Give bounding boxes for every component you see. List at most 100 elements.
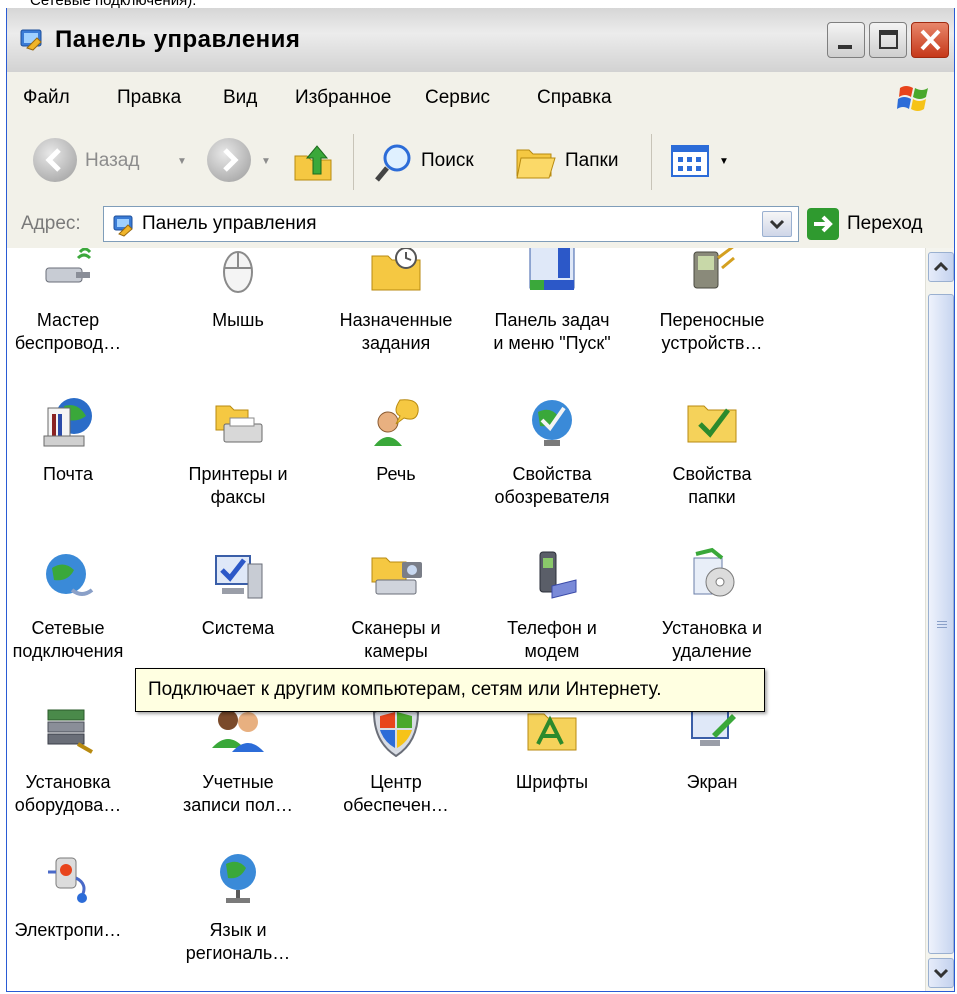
menu-edit[interactable]: Правка xyxy=(117,87,181,109)
back-label[interactable]: Назад xyxy=(85,150,139,172)
item-regional-options[interactable]: Язык и региональ… xyxy=(163,848,313,965)
item-label: записи пол… xyxy=(183,795,293,815)
go-label[interactable]: Переход xyxy=(847,213,922,235)
item-add-remove[interactable]: Установка и удаление xyxy=(637,546,787,663)
views-icon[interactable] xyxy=(671,144,711,180)
tooltip: Подключает к другим компьютерам, сетям и… xyxy=(135,668,765,712)
toolbar-separator xyxy=(353,134,354,190)
portable-devices-icon xyxy=(693,248,735,289)
printer-icon xyxy=(215,405,263,443)
item-label: Мышь xyxy=(212,310,264,330)
address-label: Адрес: xyxy=(21,213,81,234)
scheduled-tasks-icon xyxy=(371,248,421,291)
close-button[interactable] xyxy=(911,22,949,58)
item-user-accounts[interactable]: Учетные записи пол… xyxy=(163,700,313,817)
scroll-down-button[interactable] xyxy=(928,958,954,988)
language-icon xyxy=(220,854,256,903)
address-value: Панель управления xyxy=(142,213,317,234)
item-speech[interactable]: Речь xyxy=(321,392,471,486)
item-add-hardware[interactable]: Установка оборудова… xyxy=(7,700,143,817)
scroll-thumb[interactable] xyxy=(928,294,954,954)
item-internet-options[interactable]: Свойства обозревателя xyxy=(477,392,627,509)
item-label: Центр xyxy=(370,772,422,792)
item-label: Назначенные xyxy=(339,310,453,330)
item-label: камеры xyxy=(364,641,428,661)
item-power-options[interactable]: Электропи… xyxy=(7,848,143,942)
item-label-selected: подключения xyxy=(12,641,124,661)
menu-tools[interactable]: Сервис xyxy=(425,87,490,109)
item-label: Свойства xyxy=(512,464,592,484)
folders-icon[interactable] xyxy=(513,140,557,184)
folder-up-icon[interactable] xyxy=(291,140,335,184)
item-label: задания xyxy=(361,333,431,353)
item-label: Учетные xyxy=(202,772,274,792)
scroll-grip xyxy=(937,621,947,622)
item-label: Принтеры и xyxy=(188,464,288,484)
item-scheduled-tasks[interactable]: Назначенные задания xyxy=(321,248,471,355)
item-label: Система xyxy=(201,618,275,638)
forward-dropdown-icon[interactable]: ▼ xyxy=(261,156,271,167)
forward-button[interactable] xyxy=(207,138,251,182)
menu-file[interactable]: Файл xyxy=(23,87,70,109)
network-icon xyxy=(46,554,94,596)
item-label: беспровод… xyxy=(14,333,122,353)
vertical-scrollbar[interactable] xyxy=(925,248,954,991)
minimize-button[interactable] xyxy=(827,22,865,58)
item-wireless-wizard[interactable]: Мастер беспровод… xyxy=(7,248,143,355)
menu-favorites[interactable]: Избранное xyxy=(295,87,391,109)
scroll-grip xyxy=(937,627,947,628)
system-icon xyxy=(215,555,263,599)
item-display[interactable]: Экран xyxy=(637,700,787,794)
scroll-up-button[interactable] xyxy=(928,252,954,282)
window-title: Панель управления xyxy=(55,26,301,53)
go-button[interactable] xyxy=(807,208,839,240)
item-label: Речь xyxy=(376,464,416,484)
mouse-icon xyxy=(223,251,253,293)
item-network-connections[interactable]: Сетевые подключения xyxy=(7,546,143,663)
item-label: Переносные xyxy=(659,310,765,330)
forward-arrow-icon xyxy=(223,148,239,172)
control-panel-window: Панель управления Файл Правка Вид Избран… xyxy=(6,8,955,992)
item-label: удаление xyxy=(672,641,752,661)
item-portable-devices[interactable]: Переносные устройств… xyxy=(637,248,787,355)
control-panel-icon xyxy=(113,215,133,237)
item-scanners-cameras[interactable]: Сканеры и камеры xyxy=(321,546,471,663)
item-label: Установка и xyxy=(661,618,763,638)
item-security-center[interactable]: Центр обеспечен… xyxy=(321,700,471,817)
item-printers[interactable]: Принтеры и факсы xyxy=(163,392,313,509)
menu-help[interactable]: Справка xyxy=(537,87,612,109)
views-dropdown-icon[interactable]: ▼ xyxy=(719,156,729,167)
close-icon xyxy=(920,29,941,51)
title-bar[interactable]: Панель управления xyxy=(7,8,954,73)
item-system[interactable]: Система xyxy=(163,546,313,640)
menu-view[interactable]: Вид xyxy=(223,87,257,109)
search-icon[interactable] xyxy=(373,140,417,184)
chevron-down-icon xyxy=(769,219,785,230)
item-folder-options[interactable]: Свойства папки xyxy=(637,392,787,509)
item-label: Электропи… xyxy=(14,920,122,940)
item-label: Почта xyxy=(43,464,93,484)
back-button[interactable] xyxy=(33,138,77,182)
item-phone-modem[interactable]: Телефон и модем xyxy=(477,546,627,663)
item-label: устройств… xyxy=(661,333,763,353)
address-input[interactable]: Панель управления xyxy=(103,206,799,242)
maximize-button[interactable] xyxy=(869,22,907,58)
item-label: обозревателя xyxy=(494,487,610,507)
scroll-grip xyxy=(937,624,947,625)
search-label[interactable]: Поиск xyxy=(421,150,474,172)
go-arrow-icon xyxy=(814,215,833,233)
address-dropdown-button[interactable] xyxy=(762,211,792,237)
item-label: Свойства xyxy=(672,464,752,484)
back-arrow-icon xyxy=(45,148,61,172)
chevron-up-icon xyxy=(933,261,949,272)
item-fonts[interactable]: Шрифты xyxy=(477,700,627,794)
item-mouse[interactable]: Мышь xyxy=(163,248,313,332)
item-taskbar[interactable]: Панель задач и меню "Пуск" xyxy=(477,248,627,355)
mail-icon xyxy=(43,398,92,447)
item-mail[interactable]: Почта xyxy=(7,392,143,486)
item-label: обеспечен… xyxy=(343,795,449,815)
scanner-icon xyxy=(371,557,422,595)
back-dropdown-icon[interactable]: ▼ xyxy=(177,156,187,167)
item-label: и меню "Пуск" xyxy=(493,333,611,353)
folders-label[interactable]: Папки xyxy=(565,150,618,172)
